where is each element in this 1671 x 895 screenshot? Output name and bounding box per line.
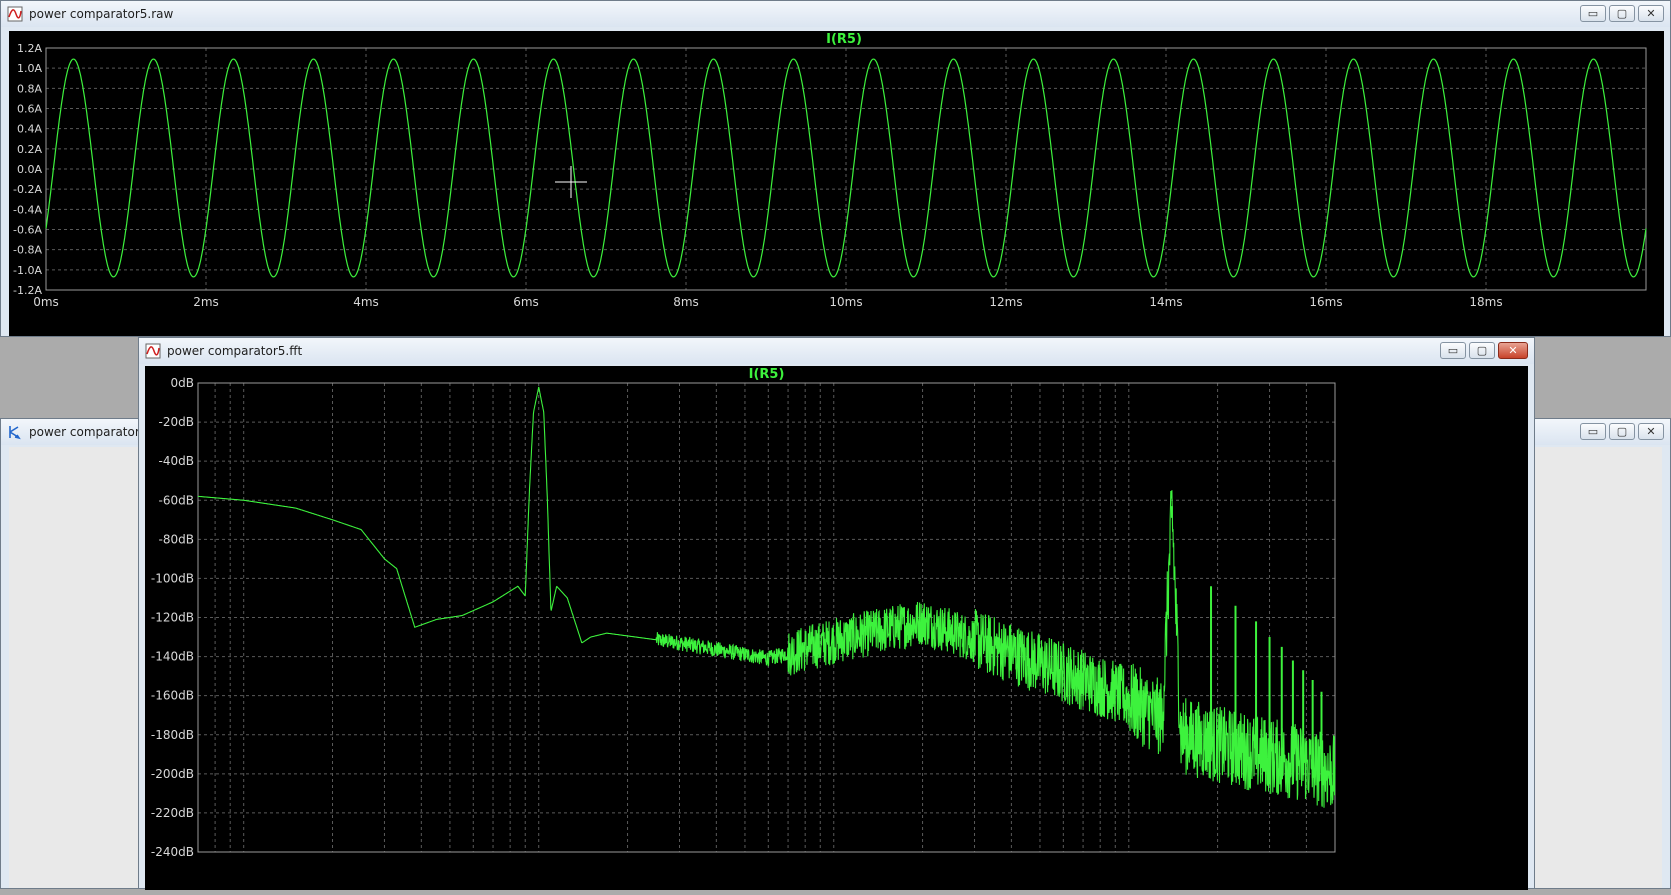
raw-x-tick-labels: 0ms 2ms 4ms 6ms 8ms 10ms 12ms 14ms 16ms 18ms <box>33 295 1502 309</box>
fft-y-tick-label: 0dB <box>171 376 194 390</box>
schematic-close-button[interactable]: ✕ <box>1638 423 1664 440</box>
fft-y-tick-label: -220dB <box>151 806 194 820</box>
fft-window-title: power comparator5.fft <box>167 344 303 358</box>
fft-y-tick-label: -240dB <box>151 845 194 859</box>
raw-x-tick-label: 18ms <box>1469 295 1502 309</box>
schematic-maximize-button[interactable]: ▢ <box>1609 423 1635 440</box>
raw-y-tick-label: 1.0A <box>17 62 42 75</box>
schematic-minimize-button[interactable]: ▭ <box>1580 423 1606 440</box>
fft-chart[interactable]: I(R5) 0dB -20dB -40dB -60dB -80dB -100dB -120d… <box>145 366 1528 890</box>
raw-grid <box>46 48 1646 290</box>
waveform-icon <box>145 343 161 359</box>
fft-trace-line <box>197 386 1336 808</box>
raw-title-bar[interactable]: power comparator5.raw ▭ ▢ ✕ <box>1 1 1670 27</box>
time-domain-chart[interactable]: I(R5) 1.2A 1.0A 0.8A 0.6A 0.4A 0.2A 0.0A -0.2A -… <box>9 31 1664 336</box>
raw-maximize-button[interactable]: ▢ <box>1609 5 1635 22</box>
fft-y-tick-label: -40dB <box>159 454 194 468</box>
raw-x-tick-label: 16ms <box>1309 295 1342 309</box>
waveform-icon <box>7 6 23 22</box>
fft-y-tick-label: -100dB <box>151 571 194 585</box>
raw-x-tick-label: 2ms <box>193 295 219 309</box>
fft-grid <box>198 383 1335 852</box>
fft-y-tick-label: -20dB <box>159 415 194 429</box>
raw-y-tick-label: -0.4A <box>13 203 42 216</box>
raw-x-tick-label: 6ms <box>513 295 539 309</box>
fft-trace-title: I(R5) <box>749 367 785 382</box>
raw-plot-area[interactable]: I(R5) 1.2A 1.0A 0.8A 0.6A 0.4A 0.2A 0.0A -0.2A -… <box>9 31 1664 336</box>
raw-y-tick-label: 0.8A <box>17 82 42 95</box>
raw-y-tick-label: -0.8A <box>13 244 42 257</box>
raw-y-tick-labels: 1.2A 1.0A 0.8A 0.6A 0.4A 0.2A 0.0A -0.2A -0.4A -0… <box>13 42 42 297</box>
fft-y-tick-label: -80dB <box>159 532 194 546</box>
fft-y-tick-label: -120dB <box>151 611 194 625</box>
raw-y-tick-label: 1.2A <box>17 42 42 55</box>
fft-close-button[interactable]: ✕ <box>1498 342 1528 359</box>
raw-x-tick-label: 4ms <box>353 295 379 309</box>
raw-y-tick-label: 0.6A <box>17 103 42 116</box>
raw-x-tick-label: 10ms <box>829 295 862 309</box>
fft-window[interactable]: power comparator5.fft ▭ ▢ ✕ I(R5) 0dB -20… <box>138 337 1535 890</box>
raw-close-button[interactable]: ✕ <box>1638 5 1664 22</box>
raw-y-tick-label: -1.0A <box>13 264 42 277</box>
fft-title-bar[interactable]: power comparator5.fft ▭ ▢ ✕ <box>139 338 1534 364</box>
raw-y-tick-label: 0.4A <box>17 123 42 136</box>
raw-x-tick-label: 14ms <box>1149 295 1182 309</box>
raw-x-tick-label: 8ms <box>673 295 699 309</box>
raw-y-tick-label: 0.2A <box>17 143 42 156</box>
fft-y-tick-label: -140dB <box>151 650 194 664</box>
fft-y-tick-label: -180dB <box>151 728 194 742</box>
schematic-icon <box>9 426 21 440</box>
schematic-window-title: power comparator5. <box>29 425 152 439</box>
fft-y-tick-label: -200dB <box>151 767 194 781</box>
raw-y-tick-label: -0.2A <box>13 183 42 196</box>
fft-minimize-button[interactable]: ▭ <box>1440 342 1466 359</box>
raw-minimize-button[interactable]: ▭ <box>1580 5 1606 22</box>
fft-y-tick-labels: 0dB -20dB -40dB -60dB -80dB -100dB -120dB -140d… <box>151 376 194 859</box>
raw-window[interactable]: power comparator5.raw ▭ ▢ ✕ I(R5) 1.2A 1.… <box>0 0 1671 337</box>
raw-x-tick-label: 12ms <box>989 295 1022 309</box>
raw-x-tick-label: 0ms <box>33 295 59 309</box>
raw-window-title: power comparator5.raw <box>29 7 174 21</box>
raw-y-tick-label: 0.0A <box>17 163 42 176</box>
fft-y-tick-label: -60dB <box>159 493 194 507</box>
crosshair-cursor-icon <box>555 166 587 198</box>
raw-trace-title: I(R5) <box>826 32 862 47</box>
raw-y-tick-label: -0.6A <box>13 224 42 237</box>
fft-plot-area[interactable]: I(R5) 0dB -20dB -40dB -60dB -80dB -100dB -120d… <box>145 366 1528 890</box>
fft-maximize-button[interactable]: ▢ <box>1469 342 1495 359</box>
fft-y-tick-label: -160dB <box>151 689 194 703</box>
